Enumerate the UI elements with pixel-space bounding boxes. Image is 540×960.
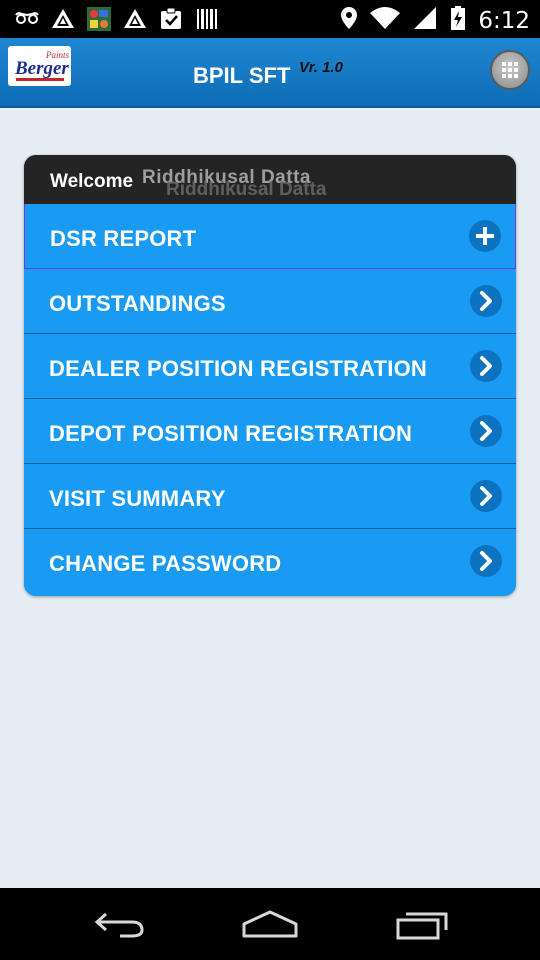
logo-underline [16,78,64,81]
menu-item-visit-summary[interactable]: VISIT SUMMARY [24,464,516,529]
chevron-right-icon[interactable] [470,415,502,447]
location-icon [340,5,358,36]
barcode-icon [194,6,220,32]
main-menu-card: Riddhikusal Datta Riddhikusal Datta Welc… [24,155,516,596]
logo-text: Berger [15,58,69,79]
grid-icon [502,62,518,78]
menu-item-label: DEALER POSITION REGISTRATION [49,356,427,381]
glasses-icon [14,6,40,32]
navigation-bar [0,888,540,960]
menu-item-label: OUTSTANDINGS [49,291,226,316]
app-bar: Paints Berger BPIL SFT Vr. 1.0 [0,38,540,108]
clock: 6:12 [478,7,530,34]
grid-menu-button[interactable] [490,50,530,90]
app-thumbnail-icon [86,6,112,32]
menu-item-dsr-report[interactable]: DSR REPORT [24,204,516,269]
plus-icon[interactable] [469,220,501,252]
back-icon[interactable] [92,908,148,945]
welcome-label: Welcome [50,171,134,192]
chevron-right-icon[interactable] [470,545,502,577]
chevron-right-icon[interactable] [470,285,502,317]
warning-icon [122,6,148,32]
clipboard-check-icon [158,6,184,32]
app-version: Vr. 1.0 [299,59,343,76]
battery-icon [450,5,466,36]
menu-item-label: DSR REPORT [50,226,197,251]
menu-item-depot-position-registration[interactable]: DEPOT POSITION REGISTRATION [24,399,516,464]
menu-item-label: VISIT SUMMARY [49,486,226,511]
wifi-icon [370,5,401,36]
home-icon[interactable] [240,908,300,945]
menu-item-label: CHANGE PASSWORD [49,551,282,576]
status-bar: 6:12 [0,0,540,38]
menu-item-label: DEPOT POSITION REGISTRATION [49,421,413,446]
chevron-right-icon[interactable] [470,480,502,512]
menu-item-outstandings[interactable]: OUTSTANDINGS [24,269,516,334]
user-name-shadow: Riddhikusal Datta [166,179,327,200]
warning-icon [50,6,76,32]
welcome-bar: Riddhikusal Datta Riddhikusal Datta Welc… [24,155,516,204]
menu-item-change-password[interactable]: CHANGE PASSWORD [24,529,516,594]
menu-item-dealer-position-registration[interactable]: DEALER POSITION REGISTRATION [24,334,516,399]
signal-icon [412,5,438,36]
recent-apps-icon[interactable] [394,908,450,945]
chevron-right-icon[interactable] [470,350,502,382]
berger-logo: Paints Berger [8,46,71,86]
app-title: BPIL SFT [193,63,291,88]
